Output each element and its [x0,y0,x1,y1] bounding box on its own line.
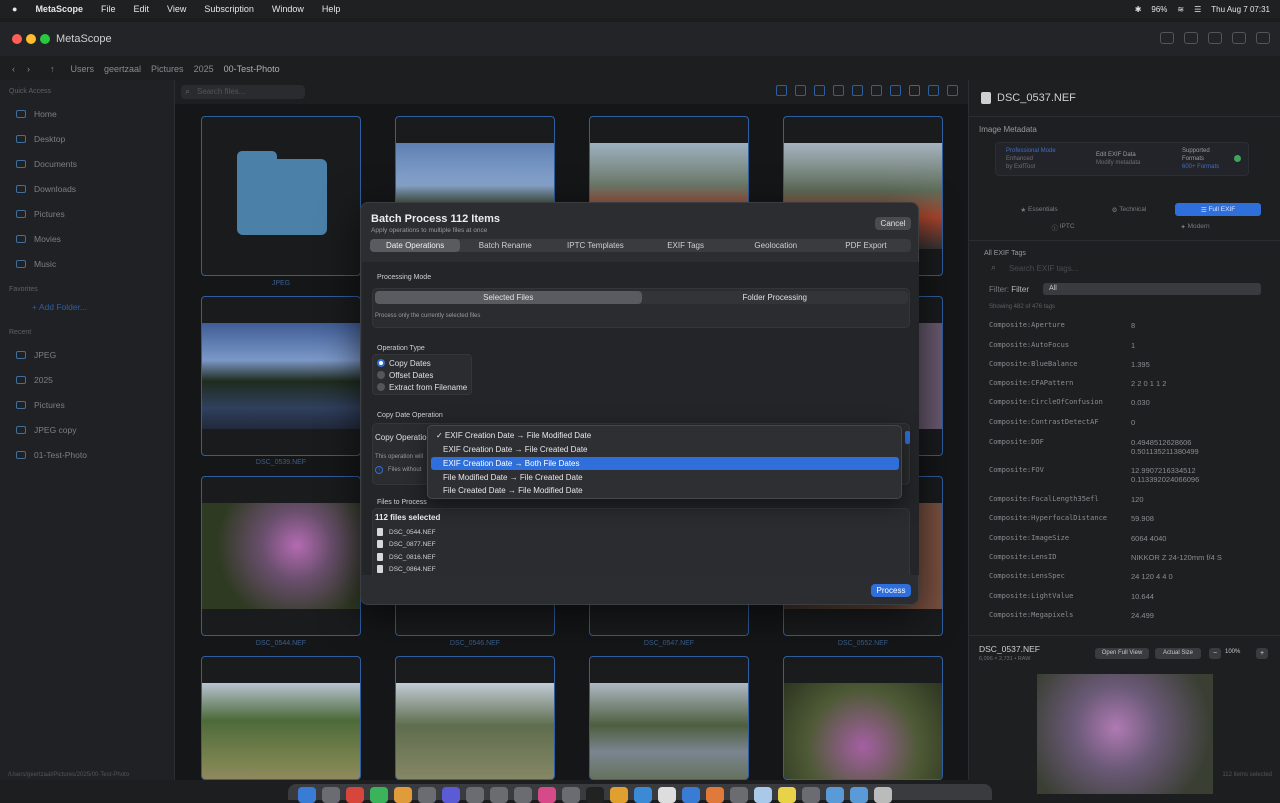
processing-mode-label: Processing Mode [377,274,432,281]
operation-help-text: This operation will [375,454,424,460]
copy-date-operation-label: Copy Date Operation [377,412,443,419]
info-text: Files without [388,467,422,473]
copy-operation-dropdown-menu: ✓ EXIF Creation Date → File Modified Dat… [427,425,902,499]
file-icon [377,528,383,536]
files-count: 112 files selected [375,513,441,522]
cancel-button[interactable]: Cancel [875,217,911,230]
processing-mode-box: Selected Files Folder Processing Process… [372,288,910,328]
info-icon: i [375,466,383,474]
modal-overlay: Batch Process 112 Items Apply operations… [0,0,1280,800]
file-icon [377,553,383,561]
dialog-title: Batch Process 112 Items [371,213,501,225]
list-item[interactable]: DSC_0877.NEF [377,540,436,548]
dialog-tabs: Date Operations Batch Rename IPTC Templa… [370,239,911,252]
file-icon [377,565,383,573]
dropdown-option-exif-to-modified[interactable]: ✓ EXIF Creation Date → File Modified Dat… [431,429,899,442]
list-item[interactable]: DSC_0544.NEF [377,528,436,536]
radio-extract-from-filename[interactable]: Extract from Filename [377,381,467,393]
list-item[interactable]: DSC_0816.NEF [377,553,436,561]
copy-operation-select[interactable] [905,431,910,444]
files-list: 112 files selected DSC_0544.NEF DSC_0877… [372,508,910,575]
dialog-subtitle: Apply operations to multiple files at on… [371,227,488,234]
batch-process-dialog: Batch Process 112 Items Apply operations… [360,202,919,605]
tab-date-operations[interactable]: Date Operations [370,239,461,252]
tab-batch-rename[interactable]: Batch Rename [460,239,550,252]
mode-selected-files[interactable]: Selected Files [375,291,642,304]
copy-operation-label: Copy Operation [375,433,432,442]
mode-help-text: Process only the currently selected file… [375,313,481,319]
tab-geolocation[interactable]: Geolocation [731,239,821,252]
process-button[interactable]: Process [871,584,911,597]
list-item[interactable]: DSC_0864.NEF [377,565,436,573]
files-to-process-label: Files to Process [377,499,427,506]
tab-iptc-templates[interactable]: IPTC Templates [550,239,640,252]
dropdown-option-exif-to-created[interactable]: EXIF Creation Date → File Created Date [431,443,899,456]
tab-pdf-export[interactable]: PDF Export [821,239,911,252]
file-icon [377,540,383,548]
tab-exif-tags[interactable]: EXIF Tags [641,239,731,252]
dropdown-option-created-to-modified[interactable]: File Created Date → File Modified Date [431,484,899,497]
radio-offset-dates[interactable]: Offset Dates [377,369,433,381]
dropdown-option-modified-to-created[interactable]: File Modified Date → File Created Date [431,471,899,484]
operation-type-label: Operation Type [377,345,425,352]
radio-copy-dates[interactable]: Copy Dates [377,357,431,369]
mode-folder-processing[interactable]: Folder Processing [642,291,909,304]
operation-type-radio-group: Copy Dates Offset Dates Extract from Fil… [372,354,472,395]
processing-mode-segmented: Selected Files Folder Processing [375,291,908,304]
dropdown-option-exif-to-both[interactable]: EXIF Creation Date → Both File Dates [431,457,899,470]
dialog-body: Processing Mode Selected Files Folder Pr… [362,262,919,575]
